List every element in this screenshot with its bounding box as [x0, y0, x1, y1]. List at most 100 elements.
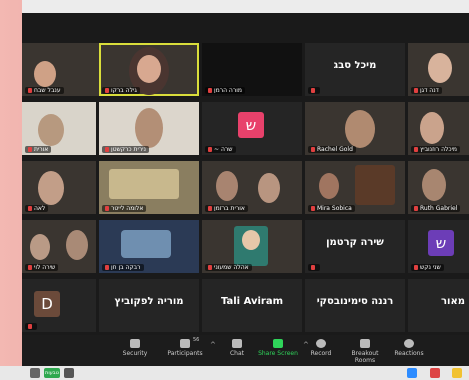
participant-tile[interactable]: D	[22, 279, 96, 332]
muted-mic-icon	[311, 147, 315, 152]
reactions-button[interactable]: Reactions	[394, 339, 424, 357]
muted-mic-icon	[208, 147, 212, 152]
share-screen-button[interactable]: Share Screen	[257, 339, 299, 357]
participant-name: לאה	[25, 205, 49, 212]
breakout-rooms-icon	[360, 339, 370, 348]
zoom-taskbar-icon[interactable]	[407, 368, 417, 378]
muted-mic-icon	[208, 206, 212, 211]
participant-video	[30, 234, 50, 260]
participant-avatar: D	[34, 291, 60, 317]
participant-name	[308, 264, 320, 271]
participant-tile[interactable]: שירה לוי	[22, 220, 96, 273]
participant-name	[308, 87, 320, 94]
participant-face	[137, 55, 161, 83]
window-title-bar	[22, 0, 469, 13]
zoom-meeting-window: ענבל שבח גילה ברקו מורה הרמן מיכל סבג דנ…	[22, 0, 469, 366]
participant-tile[interactable]: נירית כרקשטן	[99, 102, 199, 155]
participant-video	[428, 53, 452, 83]
participant-tile-active-speaker[interactable]: גילה ברקו	[99, 43, 199, 96]
participant-tile[interactable]: שירה קרטמן	[305, 220, 405, 273]
participant-tile[interactable]: Tali Aviram	[202, 279, 302, 332]
participant-name: ענבל שבח	[25, 87, 64, 94]
muted-mic-icon	[105, 265, 109, 270]
participant-display-name: שירה קרטמן	[326, 237, 384, 248]
breakout-rooms-button[interactable]: Breakout Rooms	[342, 339, 388, 364]
muted-mic-icon	[311, 265, 315, 270]
participant-tile[interactable]: רננה סימינובסקי	[305, 279, 405, 332]
participant-name: רבקה בן חן	[102, 264, 144, 271]
muted-mic-icon	[105, 147, 109, 152]
chat-label: Chat	[229, 350, 245, 357]
share-screen-label: Share Screen	[258, 350, 298, 357]
participant-tile[interactable]: ש שני נקש	[408, 220, 469, 273]
participant-tile[interactable]: Rachel Gold	[305, 102, 405, 155]
meeting-controls-toolbar: Security Participants 56 ^ Chat Share Sc…	[22, 335, 469, 366]
participant-name: גילה ברקו	[102, 87, 140, 94]
participants-chevron-up-icon[interactable]: ^	[210, 341, 216, 349]
participant-name: אורית ברזמן	[205, 205, 248, 212]
participant-avatar: ש	[428, 230, 454, 256]
participant-tile[interactable]: דנה דגן	[408, 43, 469, 96]
participant-video	[109, 169, 179, 199]
participant-display-name: מאור	[441, 296, 465, 307]
app-icon[interactable]: טבעות	[44, 368, 60, 378]
folder-icon[interactable]	[452, 368, 462, 378]
gallery-view: ענבל שבח גילה ברקו מורה הרמן מיכל סבג דנ…	[22, 43, 469, 335]
record-button[interactable]: Record	[308, 339, 334, 357]
participant-name	[25, 323, 37, 330]
participant-name: Rachel Gold	[308, 146, 356, 153]
participant-tile[interactable]: מיכלה רוזנוביץ	[408, 102, 469, 155]
muted-mic-icon	[414, 147, 418, 152]
participant-name: נירית כרקשטן	[102, 146, 149, 153]
security-button[interactable]: Security	[120, 339, 150, 357]
participant-tile[interactable]: Mira Sobica	[305, 161, 405, 214]
participant-name: Ruth Gabriel	[411, 205, 461, 212]
muted-mic-icon	[28, 147, 32, 152]
participant-tile[interactable]: רבקה בן חן	[99, 220, 199, 273]
participant-video	[34, 61, 56, 87]
participant-tile[interactable]: אורית ברזמן	[202, 161, 302, 214]
browser-icon[interactable]	[430, 368, 440, 378]
record-icon	[316, 339, 326, 348]
muted-mic-icon	[414, 265, 418, 270]
muted-mic-icon	[105, 88, 109, 93]
participant-tile[interactable]: לאה	[22, 161, 96, 214]
os-taskbar: טבעות	[0, 366, 469, 380]
participant-video	[216, 171, 238, 201]
participant-name: Mira Sobica	[308, 205, 355, 212]
participant-video	[38, 114, 64, 146]
participant-video	[121, 230, 171, 258]
participant-video	[66, 230, 88, 260]
muted-mic-icon	[28, 265, 32, 270]
participant-face	[242, 230, 260, 250]
participant-tile[interactable]: אהלה שמעוני	[202, 220, 302, 273]
top-strip	[22, 13, 469, 43]
participant-tile[interactable]: מיכל סבג	[305, 43, 405, 96]
participant-tile[interactable]: אורית	[22, 102, 96, 155]
participant-video	[319, 173, 339, 199]
breakout-rooms-label: Breakout Rooms	[351, 350, 379, 364]
muted-mic-icon	[414, 88, 418, 93]
participant-tile[interactable]: מורה הרמן	[202, 43, 302, 96]
muted-mic-icon	[414, 206, 418, 211]
participant-tile[interactable]: Ruth Gabriel	[408, 161, 469, 214]
chat-button[interactable]: Chat	[225, 339, 249, 357]
participant-name: מיכלה רוזנוביץ	[411, 146, 461, 153]
security-label: Security	[122, 350, 148, 357]
participant-tile[interactable]: אלומה לייטר	[99, 161, 199, 214]
record-label: Record	[310, 350, 332, 357]
participant-tile[interactable]: מאור	[408, 279, 469, 332]
muted-mic-icon	[311, 88, 315, 93]
participant-tile[interactable]: מוריה לפקוביץ	[99, 279, 199, 332]
participant-video	[422, 169, 446, 201]
participant-tile[interactable]: ש ~ שרה	[202, 102, 302, 155]
participants-button[interactable]: Participants	[164, 339, 206, 357]
participant-name: שירה לוי	[25, 264, 59, 271]
cat-icon[interactable]	[64, 368, 74, 378]
participant-name: אהלה שמעוני	[205, 264, 252, 271]
participant-video	[420, 112, 444, 144]
start-icon[interactable]	[30, 368, 40, 378]
participant-display-name: Tali Aviram	[220, 296, 284, 307]
participant-video	[38, 171, 64, 205]
participant-display-name: מוריה לפקוביץ	[114, 296, 184, 307]
